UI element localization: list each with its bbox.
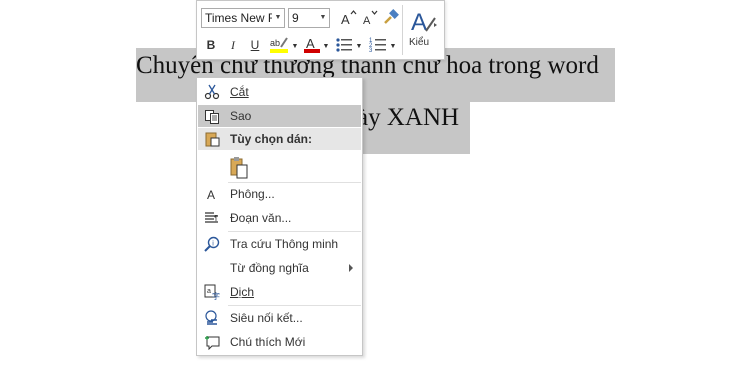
chevron-down-icon[interactable]: ▼ (322, 37, 330, 57)
format-painter-button[interactable] (381, 8, 401, 28)
highlight-icon: ab (270, 37, 288, 53)
chevron-right-icon (349, 264, 353, 272)
chevron-down-icon[interactable]: ▼ (317, 9, 329, 27)
svg-text:ab: ab (270, 38, 280, 48)
menu-item-label: Sao (230, 109, 252, 123)
font-color-icon: A (304, 36, 320, 53)
menu-item-label: Đoạn văn... (230, 211, 292, 225)
font-name-combobox[interactable]: Times New Ro ▼ (201, 8, 285, 28)
svg-text:¶: ¶ (214, 215, 218, 222)
font-size-combobox[interactable]: 9 ▼ (288, 8, 330, 28)
menu-separator (228, 305, 361, 306)
menu-item-label: Dịch (230, 285, 255, 299)
chevron-down-icon[interactable]: ▼ (291, 37, 299, 57)
grow-font-button[interactable]: A (337, 8, 359, 28)
styles-button[interactable]: A (407, 4, 441, 38)
translate-icon: a 字 (204, 284, 220, 301)
format-painter-icon (384, 9, 399, 24)
menu-item-font[interactable]: A Phông... (198, 183, 361, 205)
grow-font-icon: A (341, 10, 357, 27)
paste-icon (204, 131, 220, 147)
menu-item-paragraph[interactable]: ¶ Đoạn văn... (198, 207, 361, 229)
svg-text:i: i (212, 241, 214, 248)
menu-item-smart-lookup[interactable]: i Tra cứu Thông minh (198, 233, 361, 255)
menu-item-translate[interactable]: a 字 Dịch (198, 281, 361, 303)
menu-item-label: Từ đồng nghĩa (230, 261, 309, 275)
styles-label: Kiểu (409, 37, 430, 48)
chevron-down-icon[interactable]: ▼ (272, 9, 284, 27)
bold-button[interactable]: B (203, 35, 219, 55)
highlight-button[interactable]: ab (269, 35, 291, 55)
svg-text:a: a (207, 288, 211, 295)
bullets-icon (336, 38, 352, 52)
underline-button[interactable]: U (247, 35, 263, 55)
font-size-value: 9 (292, 11, 299, 25)
document-line-2-text: ày XANH (357, 104, 460, 131)
menu-item-synonyms[interactable]: Từ đồng nghĩa (198, 257, 361, 279)
svg-text:A: A (207, 188, 215, 202)
new-comment-icon (204, 334, 220, 351)
svg-text:字: 字 (212, 291, 220, 300)
menu-item-hyperlink[interactable]: Siêu nối kết... (198, 307, 361, 329)
context-menu: Cắt Sao Tùy chọn dán: A Phông... ¶ Đoạn … (196, 77, 363, 356)
paste-keep-text-icon (229, 155, 249, 179)
menu-item-label: Tra cứu Thông minh (230, 237, 339, 251)
smart-lookup-icon: i (204, 236, 220, 252)
menu-item-label: Siêu nối kết... (230, 311, 303, 325)
menu-item-label: Phông... (230, 187, 275, 201)
svg-text:3: 3 (369, 48, 373, 54)
bullets-button[interactable] (335, 35, 353, 55)
mini-toolbar: Times New Ro ▼ 9 ▼ A A A Kiểu B I U ab ▼… (196, 0, 445, 60)
font-icon: A (204, 186, 220, 202)
svg-text:A: A (341, 12, 350, 27)
svg-text:A: A (363, 15, 371, 27)
menu-item-label: Cắt (230, 85, 249, 99)
svg-text:A: A (306, 36, 315, 51)
numbering-button[interactable]: 1 2 3 (369, 35, 387, 55)
font-color-button[interactable]: A (302, 35, 322, 55)
svg-text:A: A (411, 9, 427, 36)
styles-icon: A (411, 9, 437, 36)
menu-header-label: Tùy chọn dán: (230, 132, 312, 146)
paste-keep-text-only-button[interactable] (198, 152, 361, 182)
copy-icon (204, 108, 220, 124)
menu-separator (228, 231, 361, 232)
toolbar-separator (402, 5, 403, 55)
chevron-down-icon[interactable]: ▼ (389, 37, 397, 57)
menu-item-new-comment[interactable]: Chú thích Mới (198, 331, 361, 353)
paragraph-icon: ¶ (204, 210, 220, 226)
italic-button[interactable]: I (225, 35, 241, 55)
menu-item-copy[interactable]: Sao (198, 105, 361, 127)
shrink-font-button[interactable]: A (360, 8, 380, 28)
hyperlink-icon (204, 310, 220, 326)
shrink-font-icon: A (363, 10, 378, 27)
menu-item-label: Chú thích Mới (230, 335, 306, 349)
chevron-down-icon[interactable]: ▼ (355, 37, 363, 57)
menu-item-cut[interactable]: Cắt (198, 81, 361, 103)
scissors-icon (204, 84, 220, 100)
numbering-icon: 1 2 3 (369, 38, 386, 54)
menu-header-paste-options: Tùy chọn dán: (198, 128, 361, 150)
